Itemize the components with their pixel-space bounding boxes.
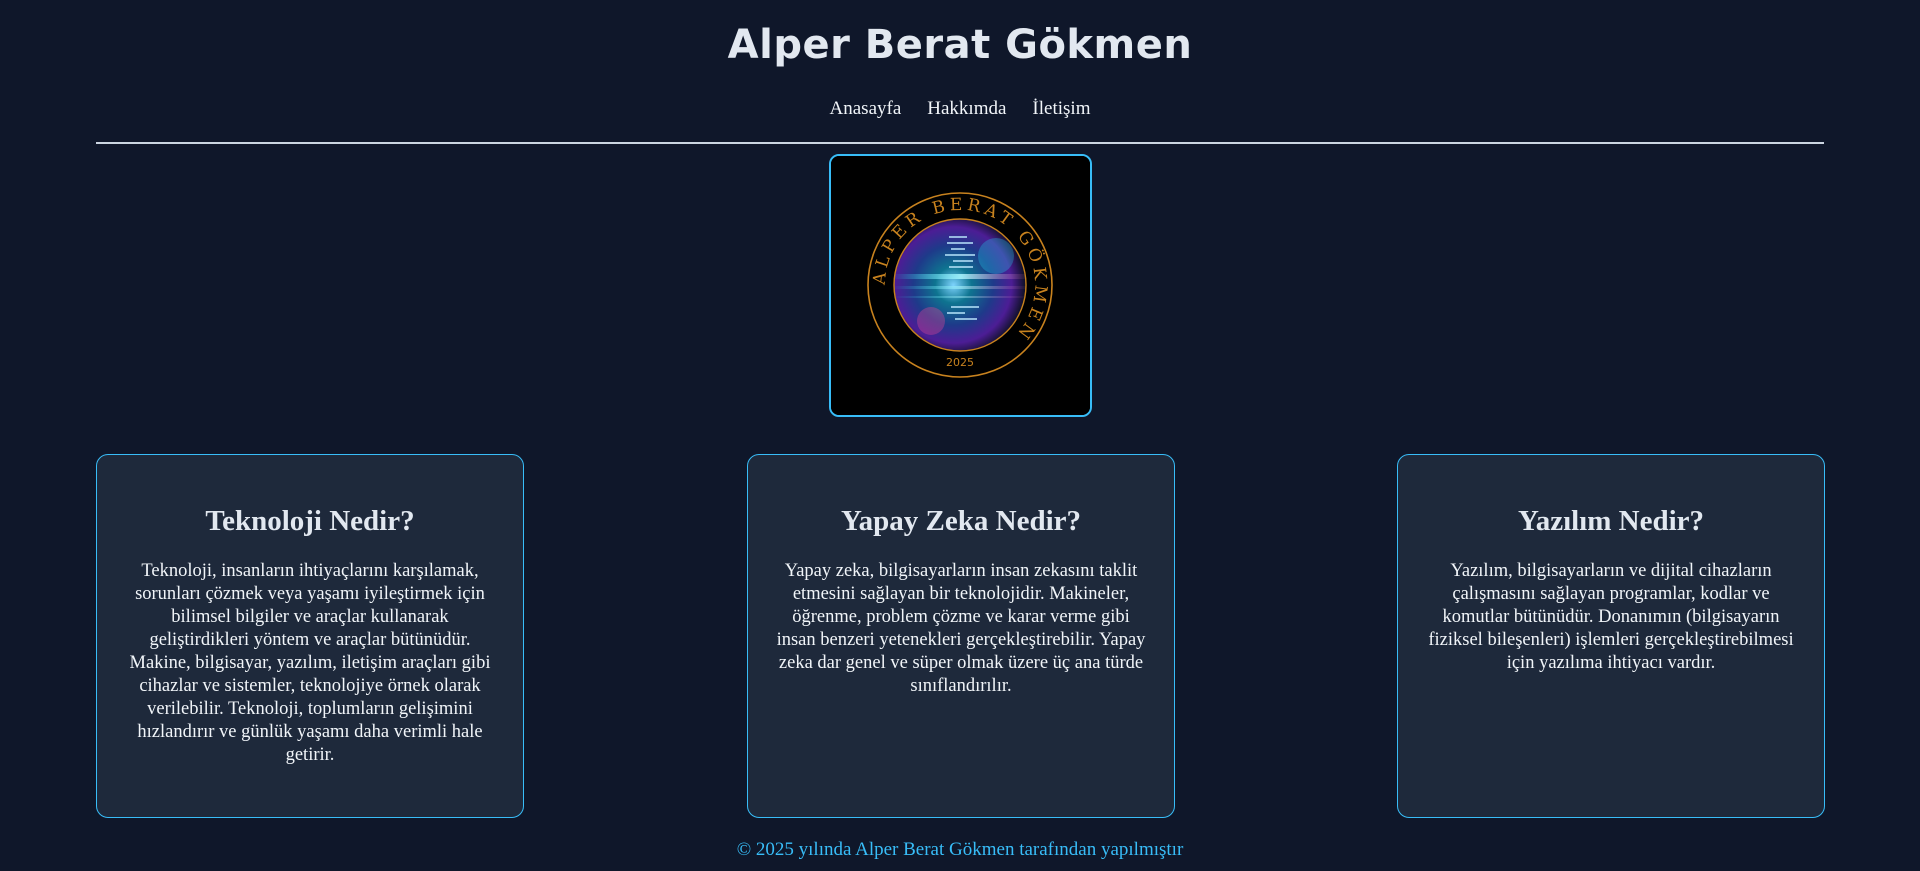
card-body: Yazılım, bilgisayarların ve dijital ciha… [1428, 561, 1794, 673]
card-title: Teknoloji Nedir? [205, 505, 415, 537]
nav-link-home[interactable]: Anasayfa [830, 98, 902, 120]
logo-frame: ALPER BERAT GÖKMEN 2025 [829, 154, 1092, 417]
header-divider [96, 142, 1824, 144]
card-title: Yapay Zeka Nedir? [840, 505, 1082, 537]
nav-link-contact[interactable]: İletişim [1032, 98, 1090, 120]
logo-year: 2025 [946, 356, 974, 369]
card-software: Yazılım Nedir? Yazılım, bilgisayarların … [1397, 454, 1825, 818]
main-nav: Anasayfa Hakkımda İletişim [0, 98, 1920, 120]
site-title: Alper Berat Gökmen [727, 22, 1193, 68]
footer-credit: © 2025 yılında Alper Berat Gökmen tarafı… [736, 839, 1184, 860]
card-technology: Teknoloji Nedir? Teknoloji, insanların i… [96, 454, 524, 818]
logo-emblem: ALPER BERAT GÖKMEN 2025 [831, 156, 1090, 415]
card-artificial-intelligence: Yapay Zeka Nedir? Yapay zeka, bilgisayar… [747, 454, 1175, 818]
card-title: Yazılım Nedir? [1517, 505, 1705, 537]
nav-link-about[interactable]: Hakkımda [927, 98, 1006, 120]
card-body: Yapay zeka, bilgisayarların insan zekası… [776, 561, 1146, 696]
card-body: Teknoloji, insanların ihtiyaçlarını karş… [129, 561, 491, 765]
